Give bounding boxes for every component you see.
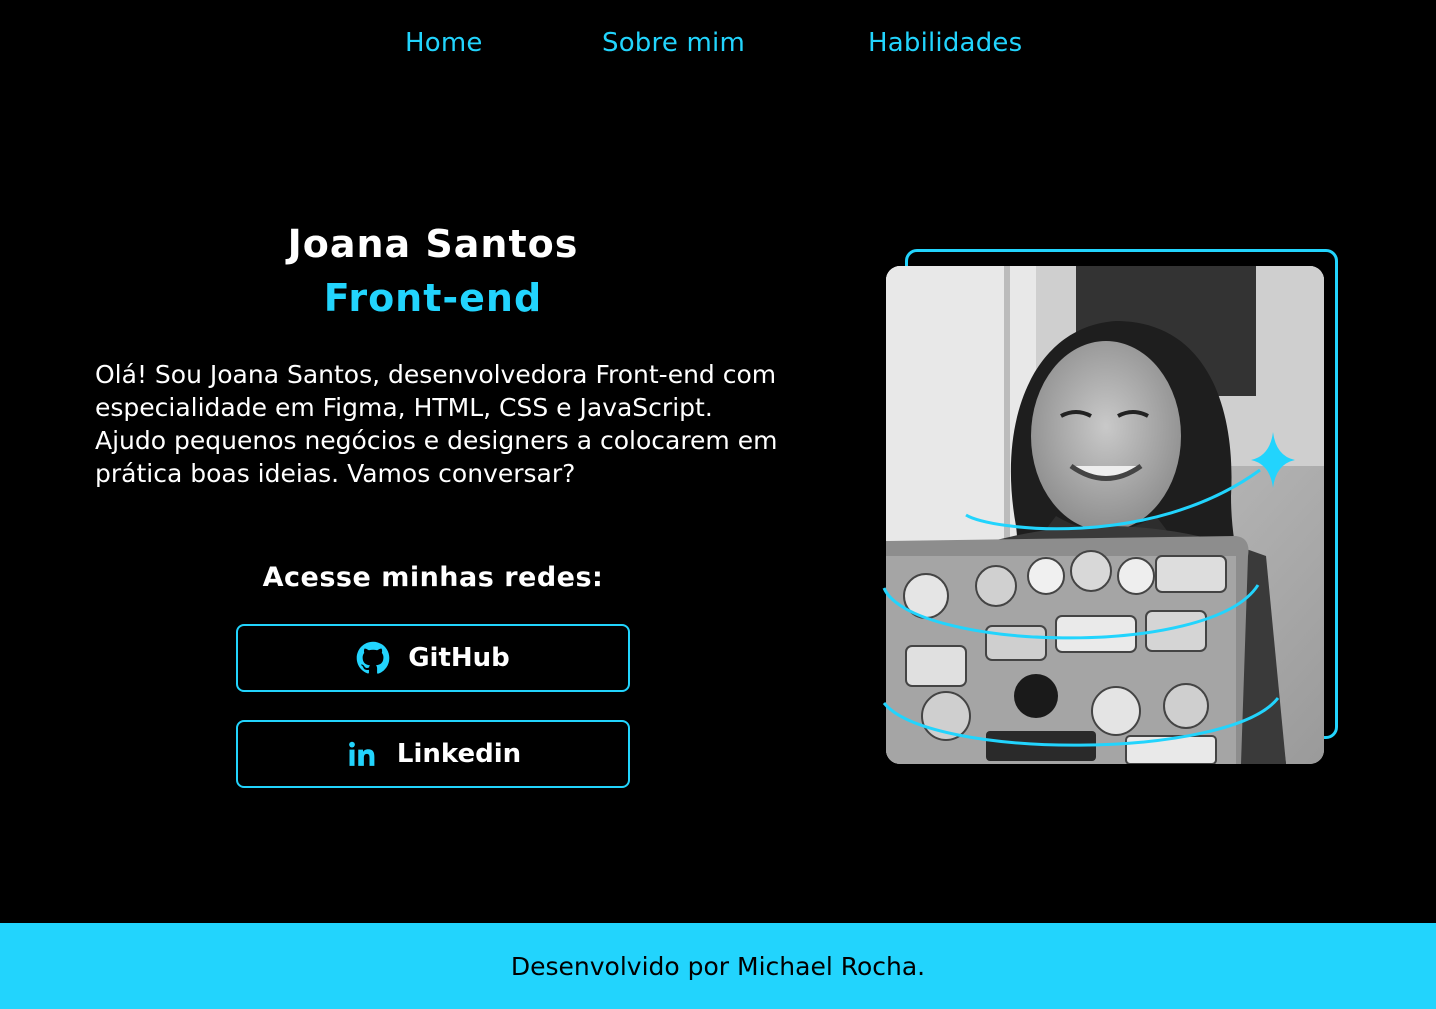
- github-button-label: GitHub: [408, 643, 510, 673]
- linkedin-button-label: Linkedin: [396, 739, 522, 769]
- hero-name: Joana Santos: [287, 222, 579, 266]
- profile-photo: [886, 266, 1324, 764]
- nav-link-home[interactable]: Home: [405, 28, 483, 58]
- hero-bio: Olá! Sou Joana Santos, desenvolvedora Fr…: [95, 360, 778, 488]
- hero-role: Front-end: [323, 276, 543, 320]
- portfolio-page: Home Sobre mim Habilidades Joana Santos …: [0, 0, 1436, 1009]
- github-button[interactable]: GitHub: [236, 624, 630, 692]
- linkedin-icon: [345, 737, 379, 771]
- social-title: Acesse minhas redes:: [262, 562, 604, 593]
- nav-link-sobre-mim[interactable]: Sobre mim: [602, 28, 745, 58]
- github-icon: [356, 641, 390, 675]
- nav-link-habilidades[interactable]: Habilidades: [868, 28, 1022, 58]
- linkedin-button[interactable]: Linkedin: [236, 720, 630, 788]
- footer-credit: Desenvolvido por Michael Rocha.: [510, 951, 926, 981]
- main-nav: Home Sobre mim Habilidades: [0, 24, 1436, 64]
- footer: Desenvolvido por Michael Rocha.: [0, 923, 1436, 1009]
